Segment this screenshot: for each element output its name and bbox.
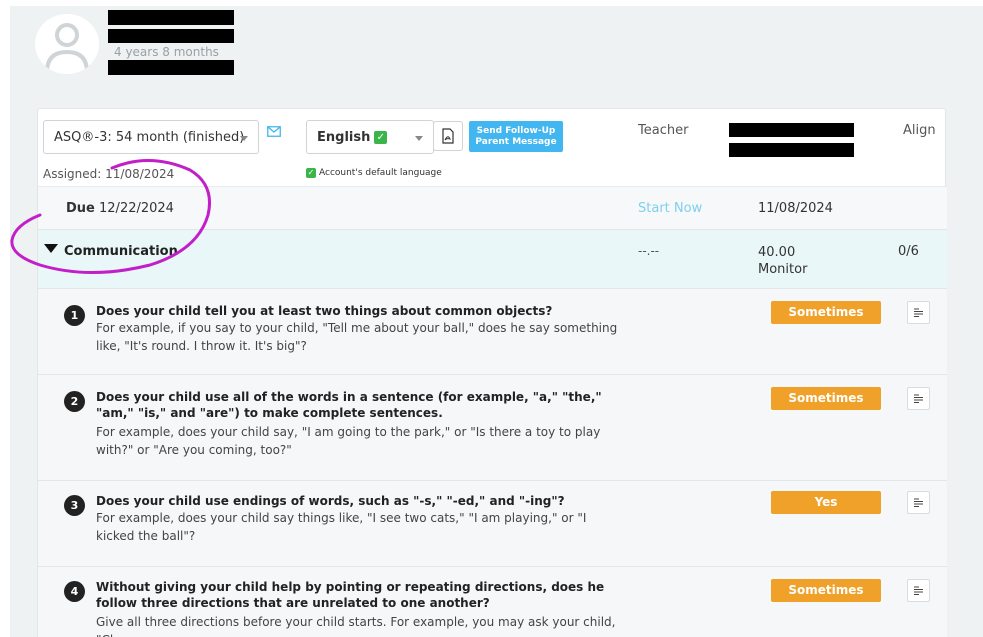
- highlight-circle-annotation: [10, 159, 211, 274]
